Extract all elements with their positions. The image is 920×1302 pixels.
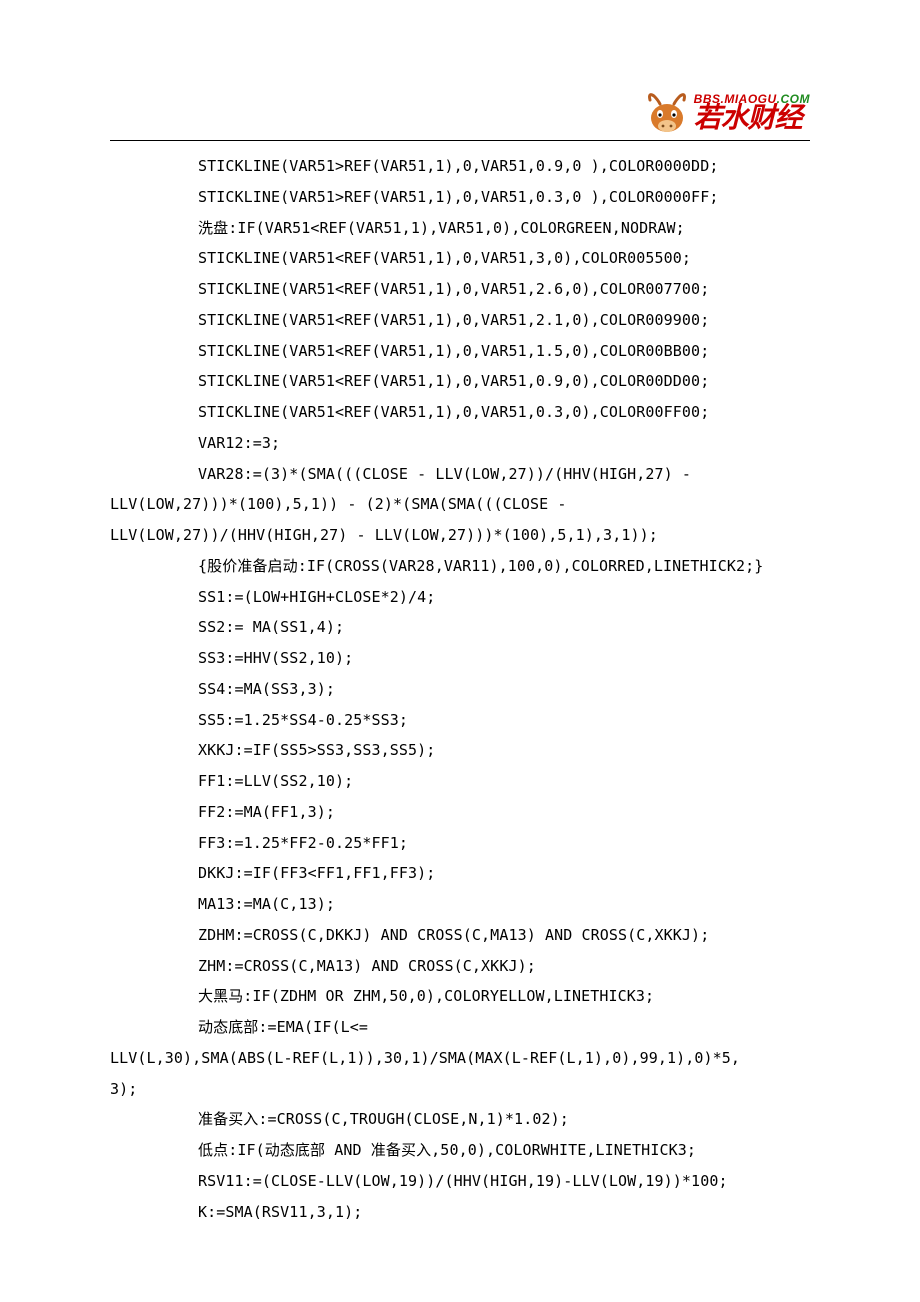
code-line: 3);: [110, 1074, 810, 1105]
code-line: FF1:=LLV(SS2,10);: [110, 766, 810, 797]
code-line: 动态底部:=EMA(IF(L<=: [110, 1012, 810, 1043]
code-line: STICKLINE(VAR51<REF(VAR51,1),0,VAR51,0.9…: [110, 366, 810, 397]
code-line: SS3:=HHV(SS2,10);: [110, 643, 810, 674]
code-block: STICKLINE(VAR51>REF(VAR51,1),0,VAR51,0.9…: [110, 151, 810, 1227]
code-line: LLV(L,30),SMA(ABS(L-REF(L,1)),30,1)/SMA(…: [110, 1043, 810, 1074]
code-line: 低点:IF(动态底部 AND 准备买入,50,0),COLORWHITE,LIN…: [110, 1135, 810, 1166]
code-line: 洗盘:IF(VAR51<REF(VAR51,1),VAR51,0),COLORG…: [110, 213, 810, 244]
brand-logo: BBS.MIAOGU.COM 若水财经: [644, 90, 810, 136]
code-line: STICKLINE(VAR51<REF(VAR51,1),0,VAR51,0.3…: [110, 397, 810, 428]
code-line: LLV(LOW,27))/(HHV(HIGH,27) - LLV(LOW,27)…: [110, 520, 810, 551]
brand-text: BBS.MIAOGU.COM 若水财经: [694, 93, 810, 133]
ox-icon: [644, 90, 690, 136]
code-line: STICKLINE(VAR51<REF(VAR51,1),0,VAR51,1.5…: [110, 336, 810, 367]
code-line: MA13:=MA(C,13);: [110, 889, 810, 920]
code-line: FF3:=1.25*FF2-0.25*FF1;: [110, 828, 810, 859]
code-line: VAR28:=(3)*(SMA(((CLOSE - LLV(LOW,27))/(…: [110, 459, 810, 490]
code-line: ZDHM:=CROSS(C,DKKJ) AND CROSS(C,MA13) AN…: [110, 920, 810, 951]
code-line: {股价准备启动:IF(CROSS(VAR28,VAR11),100,0),COL…: [110, 551, 810, 582]
code-line: STICKLINE(VAR51<REF(VAR51,1),0,VAR51,2.6…: [110, 274, 810, 305]
document-page: BBS.MIAOGU.COM 若水财经 STICKLINE(VAR51>REF(…: [0, 0, 920, 1287]
code-line: SS2:= MA(SS1,4);: [110, 612, 810, 643]
code-line: STICKLINE(VAR51>REF(VAR51,1),0,VAR51,0.3…: [110, 182, 810, 213]
code-line: ZHM:=CROSS(C,MA13) AND CROSS(C,XKKJ);: [110, 951, 810, 982]
code-line: FF2:=MA(FF1,3);: [110, 797, 810, 828]
code-line: STICKLINE(VAR51>REF(VAR51,1),0,VAR51,0.9…: [110, 151, 810, 182]
code-line: VAR12:=3;: [110, 428, 810, 459]
code-line: LLV(LOW,27)))*(100),5,1)) - (2)*(SMA(SMA…: [110, 489, 810, 520]
code-line: RSV11:=(CLOSE-LLV(LOW,19))/(HHV(HIGH,19)…: [110, 1166, 810, 1197]
code-line: STICKLINE(VAR51<REF(VAR51,1),0,VAR51,2.1…: [110, 305, 810, 336]
code-line: SS5:=1.25*SS4-0.25*SS3;: [110, 705, 810, 736]
code-line: 准备买入:=CROSS(C,TROUGH(CLOSE,N,1)*1.02);: [110, 1104, 810, 1135]
code-line: STICKLINE(VAR51<REF(VAR51,1),0,VAR51,3,0…: [110, 243, 810, 274]
code-line: XKKJ:=IF(SS5>SS3,SS3,SS5);: [110, 735, 810, 766]
code-line: K:=SMA(RSV11,3,1);: [110, 1197, 810, 1228]
code-line: SS4:=MA(SS3,3);: [110, 674, 810, 705]
code-line: DKKJ:=IF(FF3<FF1,FF1,FF3);: [110, 858, 810, 889]
header-divider: [110, 140, 810, 141]
code-line: SS1:=(LOW+HIGH+CLOSE*2)/4;: [110, 582, 810, 613]
page-header: BBS.MIAOGU.COM 若水财经: [110, 80, 810, 136]
code-line: 大黑马:IF(ZDHM OR ZHM,50,0),COLORYELLOW,LIN…: [110, 981, 810, 1012]
brand-cn: 若水财经: [694, 105, 810, 133]
